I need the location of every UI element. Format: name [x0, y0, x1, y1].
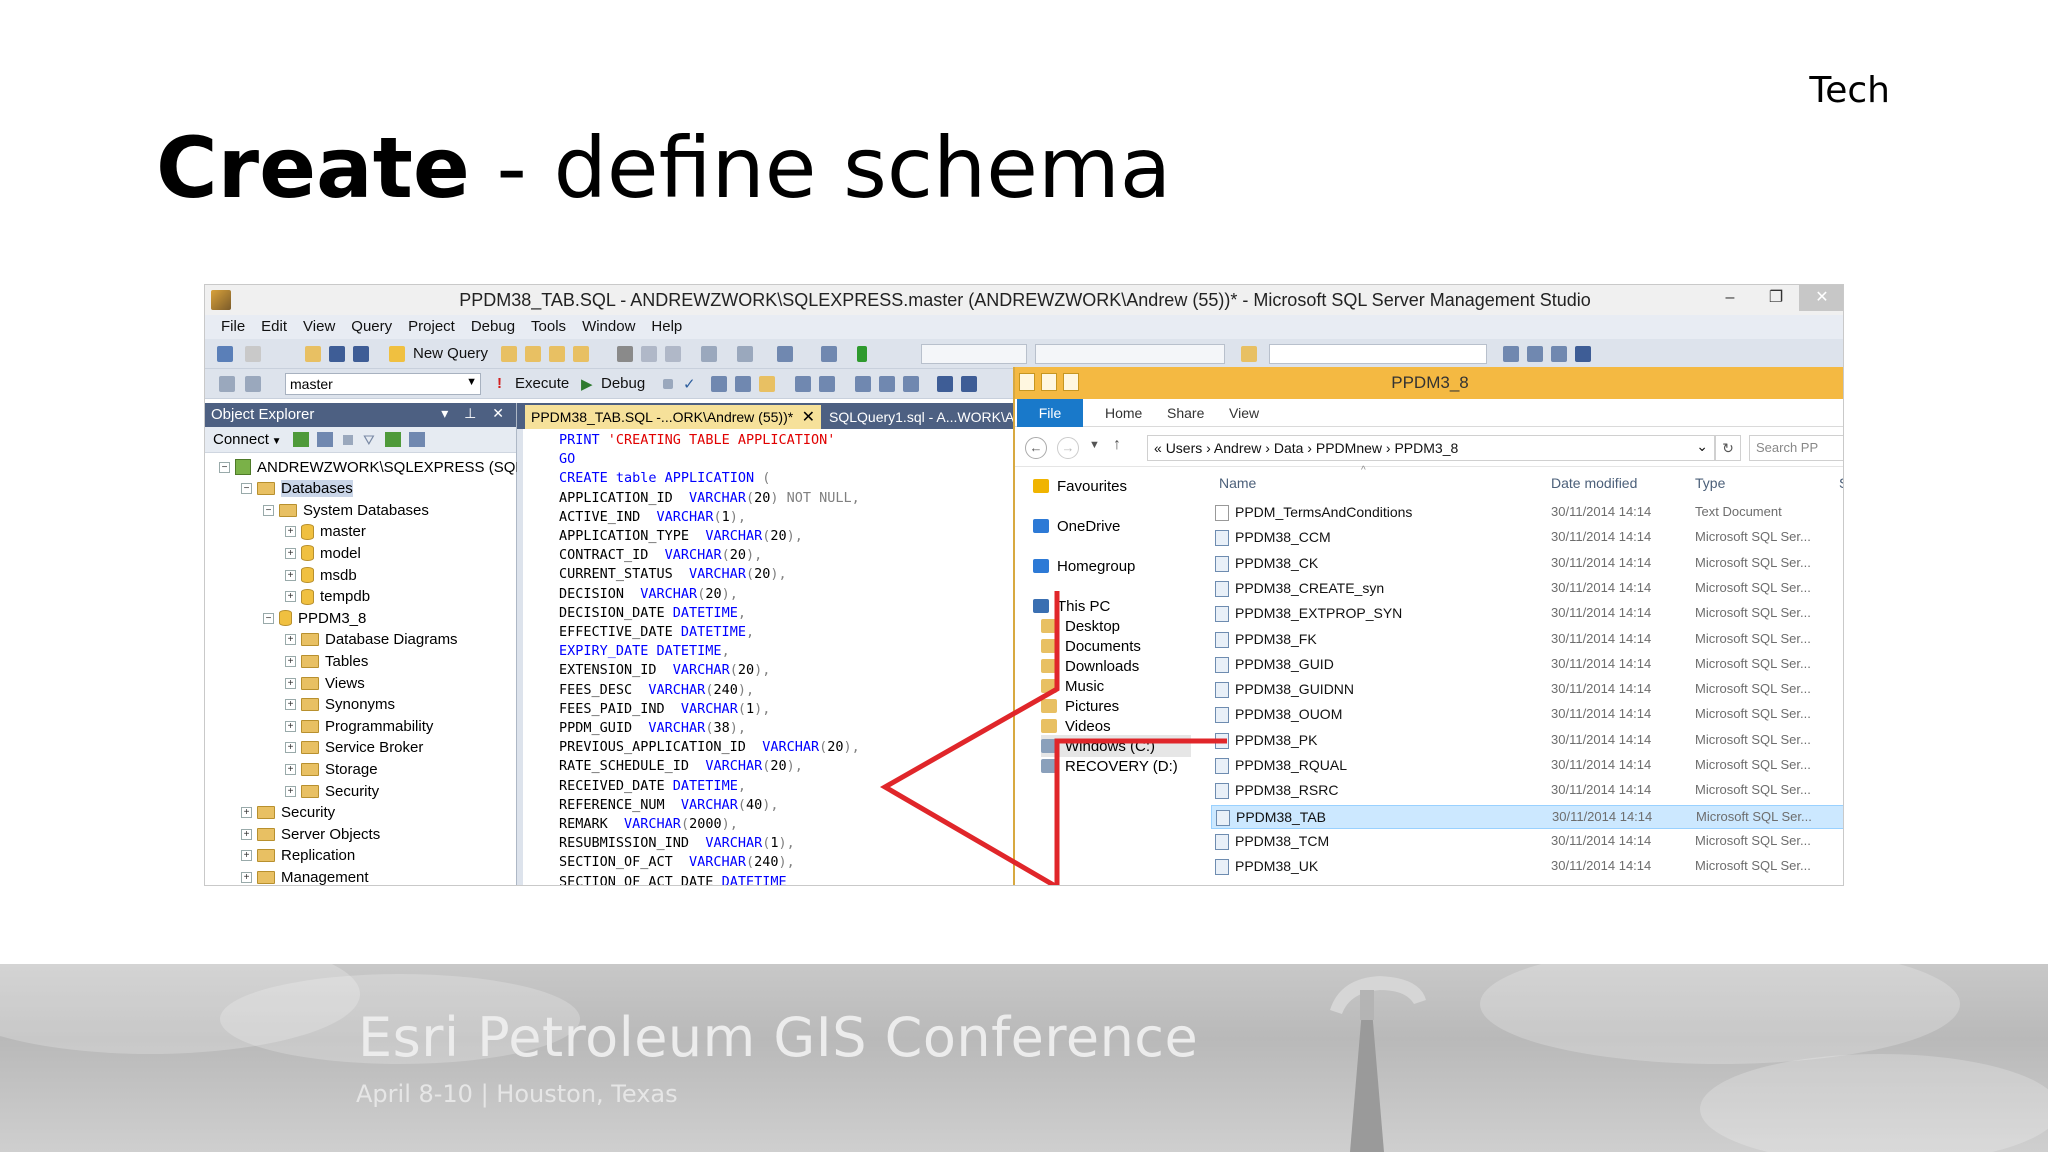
- slide-tag: Tech: [1809, 70, 1890, 111]
- banner-cloud: [1700, 1054, 2048, 1152]
- conference-subtitle: April 8-10 | Houston, Texas: [356, 1080, 678, 1108]
- screenshot-composite: PPDM38_TAB.SQL - ANDREWZWORK\SQLEXPRESS.…: [204, 284, 1844, 886]
- red-arrow-annotation: [879, 591, 1227, 885]
- conference-title: Esri Petroleum GIS Conference: [358, 1006, 1199, 1069]
- pumpjack-image: [1330, 976, 1426, 1152]
- banner-cloud: [1480, 964, 1960, 1064]
- slide-title: Create - define schema: [156, 118, 1171, 218]
- conference-banner: Esri Petroleum GIS Conference April 8-10…: [0, 964, 2048, 1152]
- slide-title-bold: Create: [156, 119, 470, 217]
- slide-title-rest: - define schema: [469, 119, 1172, 217]
